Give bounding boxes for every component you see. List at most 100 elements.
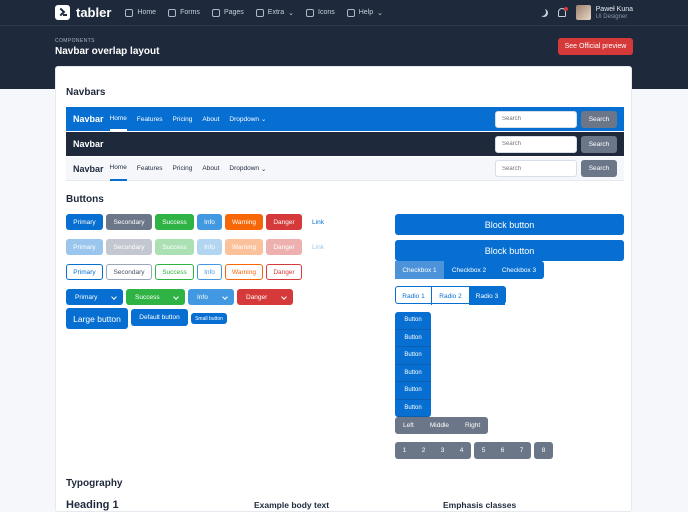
brand-logo-text: tabler [76, 5, 112, 20]
buttons-title: Buttons [66, 194, 104, 205]
navbars-title: Navbars [66, 87, 106, 98]
vertical-button[interactable]: Button [395, 329, 431, 347]
nav-item-forms[interactable]: Forms [168, 8, 200, 17]
chevron-down-icon: ⌄ [260, 116, 267, 123]
primary-button[interactable]: Primary [66, 214, 103, 230]
success-dropdown-button[interactable]: Success [126, 289, 185, 305]
button-toolbar-group-1: 1 2 3 4 [395, 442, 471, 459]
lifebuoy-icon [346, 8, 355, 17]
large-button[interactable]: Large button [66, 308, 128, 329]
dark-mode-icon[interactable] [540, 9, 548, 17]
radio-3[interactable]: Radio 3 [469, 287, 505, 305]
info-dropdown-button[interactable]: Info [188, 289, 234, 305]
star-icon [255, 8, 264, 17]
user-menu[interactable]: Paweł Kuna UI Designer [575, 5, 633, 20]
navbar-link-dropdown[interactable]: Dropdown ⌄ [229, 157, 266, 181]
radio-2[interactable]: Radio 2 [432, 287, 469, 305]
warning-outline-button[interactable]: Warning [225, 264, 263, 280]
navbar-link-pricing[interactable]: Pricing [173, 157, 193, 181]
checkbox-1[interactable]: Checkbox 1 [395, 261, 444, 279]
page-2-button[interactable]: 2 [414, 442, 433, 459]
vertical-button[interactable]: Button [395, 347, 431, 365]
danger-button[interactable]: Danger [266, 214, 302, 230]
navbar-brand[interactable]: Navbar [73, 139, 104, 149]
vertical-button[interactable]: Button [395, 399, 431, 417]
nav-item-extra[interactable]: Extra ⌄ [255, 8, 294, 17]
link-button[interactable]: Link [305, 214, 331, 230]
tabler-logo-icon [55, 5, 70, 20]
block-button[interactable]: Block button [395, 214, 624, 235]
nav-item-icons[interactable]: Icons [306, 8, 335, 17]
navbar-link-features[interactable]: Features [137, 107, 163, 131]
navbar-search-button[interactable]: Search [581, 135, 617, 153]
radio-1[interactable]: Radio 1 [396, 287, 432, 305]
chevron-down-icon [111, 294, 117, 300]
right-button[interactable]: Right [457, 417, 488, 434]
official-preview-button[interactable]: See Official preview [558, 38, 633, 55]
checkbox-2[interactable]: Checkbox 2 [444, 261, 494, 279]
middle-button[interactable]: Middle [422, 417, 457, 434]
navbar-search-button[interactable]: Search [581, 110, 617, 128]
page-8-button[interactable]: 8 [534, 442, 553, 459]
info-button[interactable]: Info [197, 214, 222, 230]
nav-item-help[interactable]: Help ⌄ [346, 8, 383, 17]
navbar-link-dropdown[interactable]: Dropdown ⌄ [229, 107, 266, 131]
main-nav: Home Forms Pages Extra ⌄ Icons Help ⌄ [125, 8, 383, 17]
block-button[interactable]: Block button [395, 240, 624, 261]
page-7-button[interactable]: 7 [512, 442, 531, 459]
info-button-disabled: Info [197, 239, 222, 255]
default-button[interactable]: Default button [131, 309, 188, 326]
small-button[interactable]: Small button [191, 313, 227, 324]
primary-outline-button[interactable]: Primary [66, 264, 103, 280]
button-toolbar-group-3: 8 [534, 442, 553, 459]
page-1-button[interactable]: 1 [395, 442, 414, 459]
vertical-button[interactable]: Button [395, 312, 431, 330]
checkbox-3[interactable]: Checkbox 3 [494, 261, 544, 279]
navbar-brand[interactable]: Navbar [73, 114, 104, 124]
danger-dropdown-button[interactable]: Danger [237, 289, 293, 305]
warning-button-disabled: Warning [225, 239, 263, 255]
secondary-button[interactable]: Secondary [106, 214, 152, 230]
navbar-link-home[interactable]: Home [109, 157, 127, 181]
left-button[interactable]: Left [395, 417, 422, 434]
navbar-link-features[interactable]: Features [137, 157, 163, 181]
ghost-icon [306, 8, 315, 17]
danger-outline-button[interactable]: Danger [266, 264, 302, 280]
navbar-link-pricing[interactable]: Pricing [173, 107, 193, 131]
warning-button[interactable]: Warning [225, 214, 263, 230]
page-5-button[interactable]: 5 [474, 442, 493, 459]
success-button[interactable]: Success [155, 214, 194, 230]
navbar-link-about[interactable]: About [202, 107, 219, 131]
page-6-button[interactable]: 6 [493, 442, 512, 459]
brand-logo[interactable]: tabler [55, 5, 111, 20]
top-navbar: tabler Home Forms Pages Extra ⌄ Icons Hel… [0, 0, 688, 25]
secondary-button-disabled: Secondary [106, 239, 152, 255]
navbar-search-input[interactable] [495, 160, 577, 177]
chevron-down-icon: ⌄ [260, 165, 267, 173]
secondary-outline-button[interactable]: Secondary [106, 264, 152, 280]
page-4-button[interactable]: 4 [452, 442, 471, 459]
info-outline-button[interactable]: Info [197, 264, 222, 280]
emphasis-heading: Emphasis classes [443, 500, 517, 510]
primary-button-disabled: Primary [66, 239, 103, 255]
alignment-group: Left Middle Right [395, 417, 489, 434]
chevron-down-icon [222, 294, 228, 300]
navbar-search-button[interactable]: Search [581, 160, 617, 177]
page-3-button[interactable]: 3 [433, 442, 452, 459]
success-outline-button[interactable]: Success [155, 264, 194, 280]
primary-dropdown-button[interactable]: Primary [66, 289, 123, 305]
vertical-button[interactable]: Button [395, 382, 431, 400]
success-button-disabled: Success [155, 239, 194, 255]
navbar-link-about[interactable]: About [202, 157, 219, 181]
navbar-search-input[interactable] [495, 110, 577, 128]
right-margin [633, 89, 688, 512]
bell-icon[interactable] [557, 7, 568, 17]
nav-item-pages[interactable]: Pages [211, 8, 244, 17]
navbar-dark: Navbar Search [66, 132, 624, 156]
navbar-brand[interactable]: Navbar [73, 164, 104, 174]
vertical-button[interactable]: Button [395, 364, 431, 382]
navbar-link-home[interactable]: Home [109, 107, 127, 131]
navbar-search-input[interactable] [495, 135, 577, 153]
nav-item-home[interactable]: Home [125, 8, 156, 17]
user-role: UI Designer [595, 14, 628, 20]
